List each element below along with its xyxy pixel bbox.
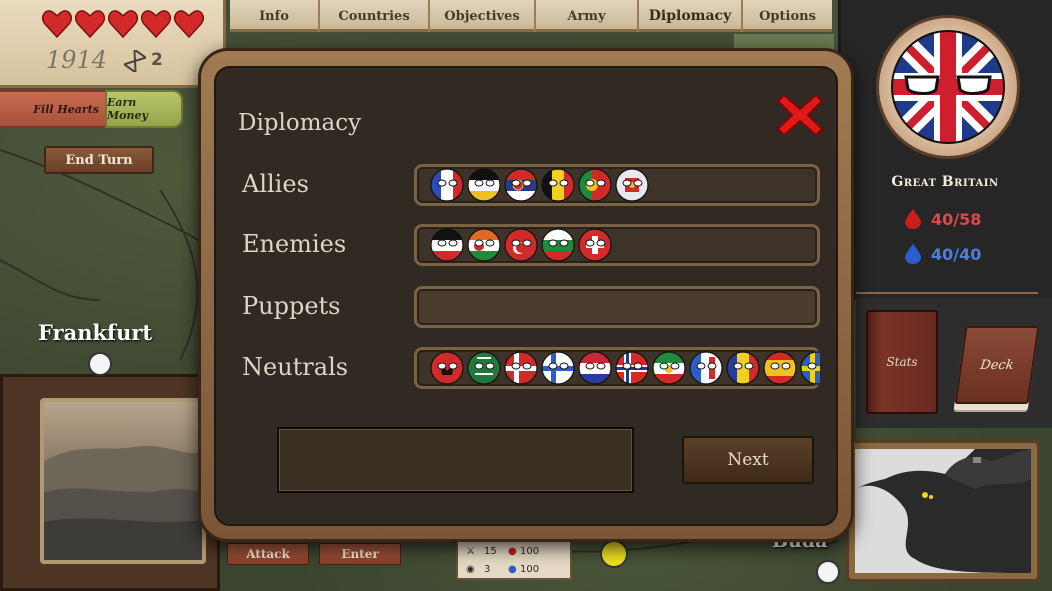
shield-icon: ◉ <box>466 564 475 575</box>
health-stat: 40/58 <box>905 209 981 229</box>
norway-ball[interactable] <box>615 351 649 385</box>
heart-icon <box>174 10 204 38</box>
netherlands-ball[interactable] <box>578 351 612 385</box>
deck-book-button[interactable]: Deck <box>954 326 1040 404</box>
albania-ball[interactable] <box>430 351 464 385</box>
panel-divider <box>856 292 1038 294</box>
earn-money-button[interactable]: Earn Money <box>105 90 183 128</box>
germany-imperial-ball[interactable] <box>467 168 501 202</box>
health-value: 40/58 <box>931 209 982 229</box>
puppets-list <box>414 286 820 328</box>
water-drop-icon: ● <box>508 564 517 575</box>
switzerland-ball[interactable] <box>578 228 612 262</box>
tab-diplomacy[interactable]: Diplomacy <box>639 0 743 32</box>
region-card-image <box>40 398 206 564</box>
diplomacy-message-box <box>277 427 634 493</box>
serbia-ball[interactable] <box>504 168 538 202</box>
minimap-frame <box>846 440 1040 582</box>
belgium-ball[interactable] <box>541 168 575 202</box>
end-turn-button[interactable]: End Turn <box>44 146 154 174</box>
city-label-frankfurt[interactable]: Frankfurt <box>38 320 152 345</box>
bulgaria-variant-ball[interactable] <box>467 228 501 262</box>
country-name: Great Britain <box>891 174 999 190</box>
landscape-image <box>44 445 202 560</box>
allies-label: Allies <box>242 170 309 198</box>
heart-icon <box>42 10 72 38</box>
tab-options[interactable]: Options <box>743 0 832 32</box>
city-marker[interactable] <box>600 540 628 568</box>
ottoman-ball[interactable] <box>504 228 538 262</box>
blood-drop-icon: ● <box>508 546 517 557</box>
france-ball[interactable] <box>430 168 464 202</box>
denmark-ball[interactable] <box>504 351 538 385</box>
tab-countries[interactable]: Countries <box>320 0 430 32</box>
status-panel: 1914 2 <box>0 0 226 88</box>
attack-button[interactable]: Attack <box>227 543 309 565</box>
hearts-row <box>42 10 204 38</box>
neutrals-label: Neutrals <box>242 353 349 381</box>
romania-ball[interactable] <box>726 351 760 385</box>
dialog-title: Diplomacy <box>238 110 362 136</box>
greece-ball[interactable] <box>689 351 723 385</box>
allies-list <box>414 164 820 206</box>
puppets-label: Puppets <box>242 292 341 320</box>
persia-ball[interactable] <box>652 351 686 385</box>
bulgaria-ball[interactable] <box>541 228 575 262</box>
unit-attack: 15 <box>484 546 497 557</box>
unit-defense: 3 <box>484 564 491 575</box>
sword-icon: ⚔ <box>466 546 475 557</box>
unit-stats-box: ⚔ 15 ● 100 ◉ 3 ● 100 <box>456 540 572 580</box>
minimap[interactable] <box>855 449 1031 573</box>
mana-stat: 40/40 <box>905 244 981 264</box>
neutrals-list <box>414 347 820 389</box>
city-marker[interactable] <box>816 560 840 584</box>
next-button[interactable]: Next <box>682 436 814 484</box>
year-label: 1914 <box>46 46 108 74</box>
turn-count: 2 <box>151 50 163 70</box>
unit-hp: 100 <box>520 546 540 557</box>
blood-drop-icon <box>905 209 921 229</box>
minimap-europe <box>855 449 1031 573</box>
water-drop-icon <box>905 244 921 264</box>
heart-icon <box>141 10 171 38</box>
close-icon[interactable] <box>776 91 824 139</box>
tab-info[interactable]: Info <box>230 0 320 32</box>
german-empire-ball[interactable] <box>430 228 464 262</box>
sweden-ball[interactable] <box>800 351 820 385</box>
saudi-ball[interactable] <box>467 351 501 385</box>
heart-icon <box>75 10 105 38</box>
city-marker[interactable] <box>88 352 112 376</box>
unit-mana: 100 <box>520 564 540 575</box>
enemies-label: Enemies <box>242 230 347 258</box>
hourglass-icon <box>124 50 146 72</box>
great-britain-ball[interactable] <box>890 29 1006 145</box>
portugal-ball[interactable] <box>578 168 612 202</box>
enter-button[interactable]: Enter <box>319 543 401 565</box>
stats-book-button[interactable]: Stats <box>866 310 938 414</box>
tab-army[interactable]: Army <box>536 0 639 32</box>
spain-ball[interactable] <box>763 351 797 385</box>
enemies-list <box>414 224 820 266</box>
top-tab-bar: Info Countries Objectives Army Diplomacy… <box>230 0 832 32</box>
fill-hearts-button[interactable]: Fill Hearts <box>0 90 105 128</box>
sweden-cross-ball[interactable] <box>541 351 575 385</box>
tab-objectives[interactable]: Objectives <box>430 0 536 32</box>
montenegro-ball[interactable] <box>615 168 649 202</box>
mana-value: 40/40 <box>931 244 982 264</box>
heart-icon <box>108 10 138 38</box>
